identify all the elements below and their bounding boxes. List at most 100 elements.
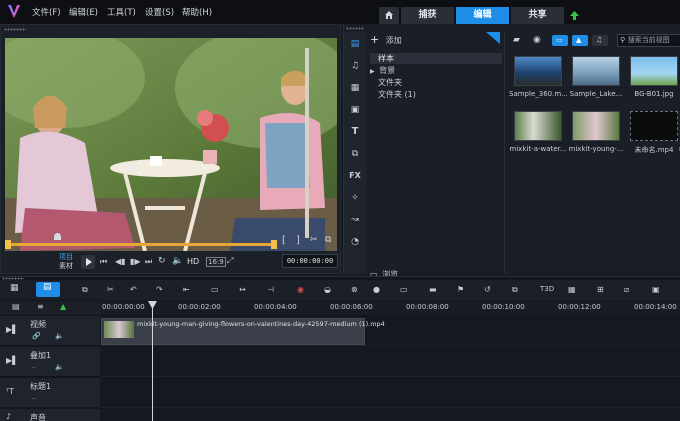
- track-header-overlay[interactable]: ▶▌ 叠加1 ⎯ 🔈: [0, 347, 100, 377]
- media-thumbnail[interactable]: mixkit-young-...: [567, 111, 625, 157]
- tab-capture[interactable]: 捕获: [401, 7, 454, 24]
- title-icon[interactable]: T: [348, 126, 362, 138]
- expand-icon[interactable]: ▶: [370, 68, 375, 75]
- template-icon[interactable]: ▣: [348, 104, 362, 116]
- volume-icon[interactable]: 🔈: [172, 256, 183, 266]
- video-clip[interactable]: mixkit-young-man-giving-flowers-on-valen…: [101, 318, 385, 345]
- trim-icon[interactable]: ⊣: [267, 285, 280, 296]
- repeat-icon[interactable]: ↺: [484, 285, 497, 296]
- redo-icon[interactable]: ↷: [156, 285, 169, 296]
- playhead-line[interactable]: [152, 301, 153, 421]
- video-preview[interactable]: [5, 38, 337, 251]
- menu-settings[interactable]: 设置(S): [145, 6, 174, 18]
- track-row-voice[interactable]: [100, 409, 680, 421]
- search-field[interactable]: ⚲ 搜索当前视图: [617, 34, 680, 47]
- menu-edit[interactable]: 编辑(E): [69, 6, 98, 18]
- link-icon[interactable]: ⎯: [32, 363, 36, 372]
- motion-icon[interactable]: ⊗: [351, 285, 364, 296]
- folder-item-backgrounds[interactable]: ▶ 背景: [370, 65, 502, 76]
- menu-file[interactable]: 文件(F): [32, 6, 61, 18]
- repeat-icon[interactable]: ↻: [158, 256, 166, 266]
- mute-icon[interactable]: 🔈: [55, 363, 64, 371]
- track-header-voice[interactable]: ♪ 声音: [0, 409, 100, 421]
- filter-audio-button[interactable]: ♫: [592, 35, 608, 46]
- media-icon[interactable]: ▤: [348, 38, 362, 50]
- record-icon[interactable]: ◉: [533, 35, 541, 45]
- mask-icon[interactable]: ◒: [324, 285, 337, 296]
- mode-switch[interactable]: 项目 素材: [59, 253, 79, 271]
- scissors-icon[interactable]: ✂: [310, 235, 318, 245]
- home-button[interactable]: ⏮: [100, 257, 107, 267]
- color-icon[interactable]: ●: [373, 285, 386, 296]
- link-icon[interactable]: ⎯: [32, 394, 36, 403]
- link-icon[interactable]: 🔗: [32, 332, 41, 340]
- enlarge-icon[interactable]: ⤢: [227, 256, 233, 266]
- next-frame-button[interactable]: ▮▶: [130, 257, 141, 266]
- time-ruler[interactable]: 00:00:00:00 00:00:02:00 00:00:04:00 00:0…: [100, 301, 680, 315]
- track-list-icon[interactable]: ▤: [12, 302, 20, 311]
- transition-icon[interactable]: ⧉: [348, 148, 362, 160]
- folder-item-samples[interactable]: 样本: [370, 53, 502, 64]
- timeline-view-button[interactable]: ▤: [36, 282, 60, 297]
- track-manager-icon[interactable]: ⧉: [82, 285, 95, 296]
- track-row-title[interactable]: [100, 378, 680, 408]
- mute-icon[interactable]: 🔈: [55, 332, 64, 340]
- path-icon[interactable]: ↝: [348, 214, 362, 226]
- storyboard-view-button[interactable]: ▦: [10, 283, 26, 296]
- mark-out-handle[interactable]: [271, 240, 277, 249]
- filter-image-button[interactable]: ▲: [572, 35, 588, 46]
- music-icon[interactable]: ♫: [348, 60, 362, 72]
- previous-frame-button[interactable]: ◀▮: [115, 257, 126, 266]
- mark-in-button[interactable]: [: [282, 235, 286, 246]
- copy-icon[interactable]: ⧉: [325, 235, 331, 245]
- add-track-icon[interactable]: ≡: [37, 302, 44, 311]
- menu-help[interactable]: 帮助(H): [182, 6, 212, 18]
- aspect-ratio-icon[interactable]: 16:9: [206, 257, 226, 267]
- run-icon[interactable]: ⚑: [457, 285, 470, 296]
- fit-icon[interactable]: ⇤: [183, 285, 196, 296]
- record-audio-icon[interactable]: ◉: [297, 285, 310, 296]
- media-thumbnail[interactable]: mixkit-a-water...: [509, 111, 567, 157]
- instant-project-icon[interactable]: ▦: [348, 82, 362, 94]
- speed-icon[interactable]: ◔: [348, 236, 362, 248]
- tab-edit[interactable]: 编辑: [456, 7, 509, 24]
- menu-tools[interactable]: 工具(T): [107, 6, 136, 18]
- tools-icon[interactable]: ✂: [107, 285, 120, 296]
- tab-share[interactable]: 共享: [511, 7, 564, 24]
- subtitle-icon[interactable]: ▭: [400, 285, 413, 296]
- crop-icon[interactable]: ▭: [211, 285, 224, 296]
- media-thumbnail[interactable]: 未命名.mp4: [625, 111, 680, 157]
- media-thumbnail[interactable]: Sample_Lake...: [567, 56, 625, 102]
- folder-item-folder[interactable]: 文件夹: [370, 77, 502, 88]
- fx-track-icon[interactable]: ▣: [652, 285, 665, 296]
- multi-camera-icon[interactable]: ▦: [568, 285, 581, 296]
- media-thumbnail[interactable]: Sample_360.m...: [509, 56, 567, 102]
- upgrade-arrow-icon[interactable]: [569, 10, 580, 21]
- mode-clip-label[interactable]: 素材: [59, 262, 79, 271]
- filter-video-button[interactable]: ▭: [552, 35, 568, 46]
- mode-project-label[interactable]: 项目: [59, 253, 79, 262]
- media-thumbnail[interactable]: BG-B01.jpg: [625, 56, 680, 102]
- track-row-overlay[interactable]: [100, 347, 680, 377]
- mark-in-handle[interactable]: [5, 240, 11, 249]
- fx-icon[interactable]: FX: [348, 170, 362, 182]
- frame-icon[interactable]: ⊞: [597, 285, 610, 296]
- graphics-icon[interactable]: ✧: [348, 192, 362, 204]
- folder-item-folder-1[interactable]: 文件夹 (1): [370, 89, 502, 100]
- undo-icon[interactable]: ↶: [130, 285, 143, 296]
- folder-icon[interactable]: ▰: [513, 35, 520, 45]
- track-header-video[interactable]: ▶▌ 视频 🔗 🔈: [0, 316, 100, 346]
- end-button[interactable]: ⏭: [145, 257, 152, 267]
- mark-out-button[interactable]: ]: [296, 235, 300, 246]
- hd-toggle[interactable]: HD: [187, 257, 199, 266]
- add-folder-button[interactable]: + 添加: [370, 33, 502, 47]
- sound-icon[interactable]: ▬: [429, 285, 442, 296]
- track-row-video[interactable]: mixkit-young-man-giving-flowers-on-valen…: [100, 316, 680, 346]
- timecode-display[interactable]: 00:00:00:00: [282, 254, 338, 268]
- play-button[interactable]: [81, 255, 95, 269]
- ripple-edit-icon[interactable]: ▲: [60, 302, 66, 311]
- ripple-icon[interactable]: ⧉: [512, 285, 525, 296]
- home-tab[interactable]: [379, 7, 399, 24]
- track-header-title[interactable]: ᵀT 标题1 ⎯: [0, 378, 100, 408]
- split-icon[interactable]: ↔: [239, 285, 252, 296]
